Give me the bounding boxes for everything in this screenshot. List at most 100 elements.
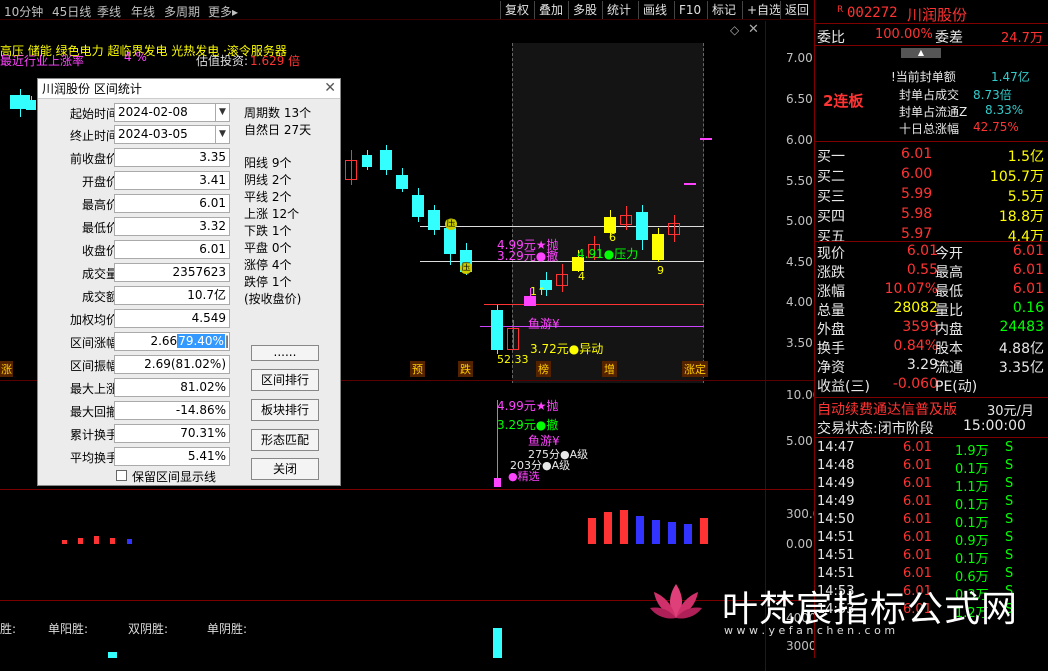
bottom-bar — [493, 628, 502, 658]
cum-turnover-field[interactable]: 70.31% — [114, 424, 230, 443]
field-label: 开盘价 — [81, 175, 118, 189]
info-label: 封单占流通Z — [899, 105, 968, 119]
candle — [684, 183, 696, 185]
tag-zeng: 增 — [602, 361, 617, 377]
fuquan-button[interactable]: 复权 — [500, 1, 533, 19]
avg-turnover-field[interactable]: 5.41% — [114, 447, 230, 466]
high-field[interactable]: 6.01 — [114, 194, 230, 213]
field-label: 区间振幅 — [69, 359, 118, 373]
stat-value: 3599 — [902, 319, 938, 335]
period-quarter[interactable]: 季线 — [97, 3, 121, 20]
max-drawdown-field[interactable]: -14.86% — [114, 401, 230, 420]
draw-line-button[interactable]: 画线 — [638, 1, 671, 19]
tick-price: 6.01 — [903, 566, 932, 581]
overlay-button[interactable]: 叠加 — [534, 1, 567, 19]
indicator-tick: 5.00 — [786, 434, 813, 448]
info-value: 42.75% — [973, 120, 1019, 134]
stat-value: 0.55 — [906, 262, 938, 278]
bottom-label-1: 单阳胜: — [48, 622, 89, 636]
add-watchlist-button[interactable]: +自选 — [742, 1, 785, 19]
stat-label-2: 最低 — [935, 284, 963, 300]
f10-button[interactable]: F10 — [674, 1, 705, 19]
candle — [652, 234, 664, 260]
volume-bar — [700, 518, 708, 544]
stock-name: 川润股份 — [907, 6, 968, 24]
tick-time: 14:48 — [817, 458, 855, 473]
close-icon[interactable]: ✕ — [324, 80, 336, 96]
period-year[interactable]: 年线 — [131, 3, 155, 20]
period-multi[interactable]: 多周期 — [164, 3, 200, 20]
count-label-9: 9 — [657, 264, 664, 277]
sector-rank-button[interactable]: 板块排行 — [251, 399, 319, 421]
volume-bar — [588, 518, 596, 544]
volume-bar — [668, 522, 676, 544]
amount-field[interactable]: 10.7亿 — [114, 286, 230, 305]
promo-text[interactable]: 自动续费通达信普及版 — [817, 399, 957, 419]
price-tick: 5.00 — [786, 214, 813, 228]
bid-label: 买三 — [817, 189, 845, 205]
info-label: !当前封单额 — [891, 70, 956, 84]
stat-value: 3.29 — [906, 357, 938, 373]
start-time-label: 起始时间 — [69, 107, 118, 121]
price-tick: 6.00 — [786, 133, 813, 147]
close-button[interactable]: 关闭 — [251, 458, 319, 480]
stat-label: 总量 — [817, 303, 845, 319]
back-button[interactable]: 返回 — [780, 1, 813, 19]
prev-close-field[interactable]: 3.35 — [114, 148, 230, 167]
watermark-url: w w w . y e f a n c h e n . c o m — [724, 624, 896, 637]
stat-value: 6.01 — [906, 243, 938, 259]
bid-volume: 105.7万 — [989, 169, 1044, 185]
stat-value-2: 6.01 — [1012, 262, 1044, 278]
start-time-value: 2024-02-08 — [118, 105, 188, 119]
field-label: 最大上涨 — [69, 382, 118, 396]
end-time-label: 终止时间 — [69, 129, 118, 143]
stat-periods: 周期数 13个 — [244, 106, 312, 120]
start-time-input[interactable]: 2024-02-08 ▼ — [114, 103, 230, 122]
multi-stock-button[interactable]: 多股 — [568, 1, 601, 19]
pattern-match-button[interactable]: 形态匹配 — [251, 429, 319, 451]
chevron-down-icon[interactable]: ▼ — [215, 104, 229, 121]
more-button[interactable]: ...... — [251, 345, 319, 361]
avg-price-field[interactable]: 4.549 — [114, 309, 230, 328]
pressure-badge: 压 — [445, 218, 457, 230]
info-value: 8.33% — [985, 103, 1024, 117]
range-rank-button[interactable]: 区间排行 — [251, 369, 319, 391]
volume-bar — [652, 520, 660, 544]
cancel-signal-label-2: 3.29元●撤 — [497, 418, 559, 432]
period-10min[interactable]: 10分钟 — [4, 3, 43, 20]
bid-price: 5.98 — [901, 206, 933, 222]
keep-range-checkbox[interactable] — [116, 470, 127, 481]
vol-tick: 0.00 — [786, 537, 813, 551]
period-45day[interactable]: 45日线 — [52, 3, 91, 20]
field-label: 最高价 — [81, 198, 118, 212]
tick-volume: 0.1万 — [955, 516, 989, 531]
stats-button[interactable]: 统计 — [602, 1, 635, 19]
volume-bar — [127, 539, 132, 544]
promo-price[interactable]: 30元/月 — [987, 400, 1034, 419]
range-stats-dialog[interactable]: 川润股份 区间统计 ✕ 起始时间 2024-02-08 ▼ 终止时间 2024-0… — [37, 78, 341, 486]
candle — [428, 210, 440, 230]
bid-volume: 18.8万 — [998, 209, 1044, 225]
bid-price: 6.00 — [901, 166, 933, 182]
end-time-value: 2024-03-05 — [118, 127, 188, 141]
end-time-input[interactable]: 2024-03-05 ▼ — [114, 125, 230, 144]
chevron-down-icon[interactable]: ▼ — [215, 126, 229, 143]
price-tick: 6.50 — [786, 92, 813, 106]
range-gain-field[interactable]: 2.6679.40%| — [114, 332, 230, 351]
mark-button[interactable]: 标记 — [707, 1, 740, 19]
low-field[interactable]: 3.32 — [114, 217, 230, 236]
bid-price: 6.01 — [901, 146, 933, 162]
price-tick: 4.00 — [786, 295, 813, 309]
volume-field[interactable]: 2357623 — [114, 263, 230, 282]
range-amplitude-field[interactable]: 2.69(81.02%) — [114, 355, 230, 374]
chart-toolbar: 10分钟 45日线 季线 年线 多周期 更多▸ 复权 叠加 多股 统计 画线 F… — [0, 0, 814, 20]
bottom-label-0: 胜: — [0, 622, 17, 636]
period-more[interactable]: 更多▸ — [208, 3, 238, 20]
open-field[interactable]: 3.41 — [114, 171, 230, 190]
max-up-field[interactable]: 81.02% — [114, 378, 230, 397]
collapse-icon[interactable]: ▲ — [901, 48, 941, 58]
close-field[interactable]: 6.01 — [114, 240, 230, 259]
stat-days: 自然日 27天 — [244, 123, 312, 137]
stat-label: 换手 — [817, 341, 845, 357]
stat-label: 外盘 — [817, 322, 845, 338]
